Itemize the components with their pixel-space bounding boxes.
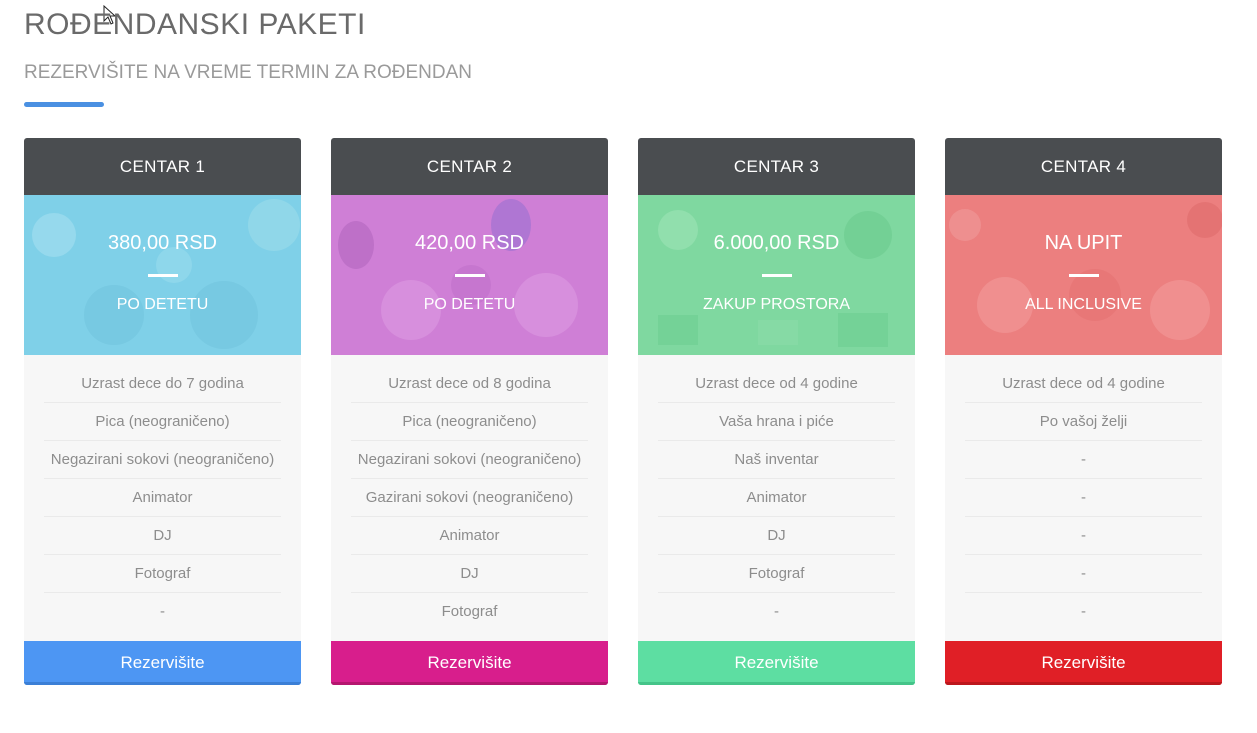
card-price-unit: ZAKUP PROSTORA: [703, 296, 850, 313]
card-price-unit: ALL INCLUSIVE: [1025, 296, 1142, 313]
feature-item: -: [965, 517, 1202, 555]
card-hero: 6.000,00 RSD ZAKUP PROSTORA: [638, 195, 915, 355]
card-price-unit: PO DETETU: [116, 296, 209, 313]
feature-item: Uzrast dece od 8 godina: [351, 365, 588, 403]
feature-item: -: [965, 479, 1202, 517]
reserve-button[interactable]: Rezervišite: [331, 641, 608, 685]
pricing-card-centar-3: CENTAR 3 6.000,00 RSD ZAKUP PROSTORA Uzr…: [638, 138, 915, 685]
feature-item: Po vašoj želji: [965, 403, 1202, 441]
card-price: 380,00 RSD: [108, 232, 217, 254]
reserve-button[interactable]: Rezervišite: [638, 641, 915, 685]
card-title: CENTAR 1: [24, 138, 301, 195]
title-accent-bar: [24, 102, 104, 107]
feature-list: Uzrast dece od 4 godine Po vašoj želji -…: [945, 355, 1222, 630]
page-title: ROĐENDANSKI PAKETI: [24, 8, 366, 41]
page-subtitle: REZERVIŠITE NA VREME TERMIN ZA ROĐENDAN: [24, 62, 472, 83]
feature-item: Vaša hrana i piće: [658, 403, 895, 441]
feature-item: -: [965, 441, 1202, 479]
pricing-cards: CENTAR 1 380,00 RSD PO DETETU Uzrast dec…: [24, 138, 1222, 685]
feature-item: Pica (neograničeno): [351, 403, 588, 441]
card-price-unit: PO DETETU: [423, 296, 516, 313]
price-divider: [148, 274, 178, 277]
pricing-card-centar-1: CENTAR 1 380,00 RSD PO DETETU Uzrast dec…: [24, 138, 301, 685]
feature-item: Gazirani sokovi (neograničeno): [351, 479, 588, 517]
feature-item: Fotograf: [44, 555, 281, 593]
card-price: 6.000,00 RSD: [713, 232, 840, 254]
feature-list: Uzrast dece od 4 godine Vaša hrana i pić…: [638, 355, 915, 630]
card-hero: NA UPIT ALL INCLUSIVE: [945, 195, 1222, 355]
feature-item: Naš inventar: [658, 441, 895, 479]
price-divider: [455, 274, 485, 277]
feature-item: Negazirani sokovi (neograničeno): [44, 441, 281, 479]
card-title: CENTAR 3: [638, 138, 915, 195]
feature-list: Uzrast dece od 8 godina Pica (neograniče…: [331, 355, 608, 630]
feature-item: DJ: [351, 555, 588, 593]
feature-item: -: [774, 603, 779, 620]
card-price: NA UPIT: [1044, 232, 1123, 254]
feature-item: Animator: [44, 479, 281, 517]
feature-item: Negazirani sokovi (neograničeno): [351, 441, 588, 479]
feature-item: -: [160, 603, 165, 620]
card-hero: 420,00 RSD PO DETETU: [331, 195, 608, 355]
price-divider: [762, 274, 792, 277]
feature-item: Animator: [351, 517, 588, 555]
card-price: 420,00 RSD: [415, 232, 524, 254]
feature-item: DJ: [44, 517, 281, 555]
pricing-card-centar-2: CENTAR 2 420,00 RSD PO DETETU Uzrast dec…: [331, 138, 608, 685]
feature-item: Fotograf: [441, 603, 498, 620]
price-divider: [1069, 274, 1099, 277]
feature-item: Uzrast dece od 4 godine: [965, 365, 1202, 403]
card-title: CENTAR 4: [945, 138, 1222, 195]
card-hero: 380,00 RSD PO DETETU: [24, 195, 301, 355]
pricing-card-centar-4: CENTAR 4 NA UPIT ALL INCLUSIVE Uzrast de…: [945, 138, 1222, 685]
feature-item: -: [1081, 603, 1086, 620]
reserve-button[interactable]: Rezervišite: [24, 641, 301, 685]
card-title: CENTAR 2: [331, 138, 608, 195]
feature-item: DJ: [658, 517, 895, 555]
feature-item: Pica (neograničeno): [44, 403, 281, 441]
feature-item: Uzrast dece do 7 godina: [44, 365, 281, 403]
feature-item: Uzrast dece od 4 godine: [658, 365, 895, 403]
feature-item: Fotograf: [658, 555, 895, 593]
feature-item: Animator: [658, 479, 895, 517]
feature-list: Uzrast dece do 7 godina Pica (neograniče…: [24, 355, 301, 630]
reserve-button[interactable]: Rezervišite: [945, 641, 1222, 685]
feature-item: -: [965, 555, 1202, 593]
